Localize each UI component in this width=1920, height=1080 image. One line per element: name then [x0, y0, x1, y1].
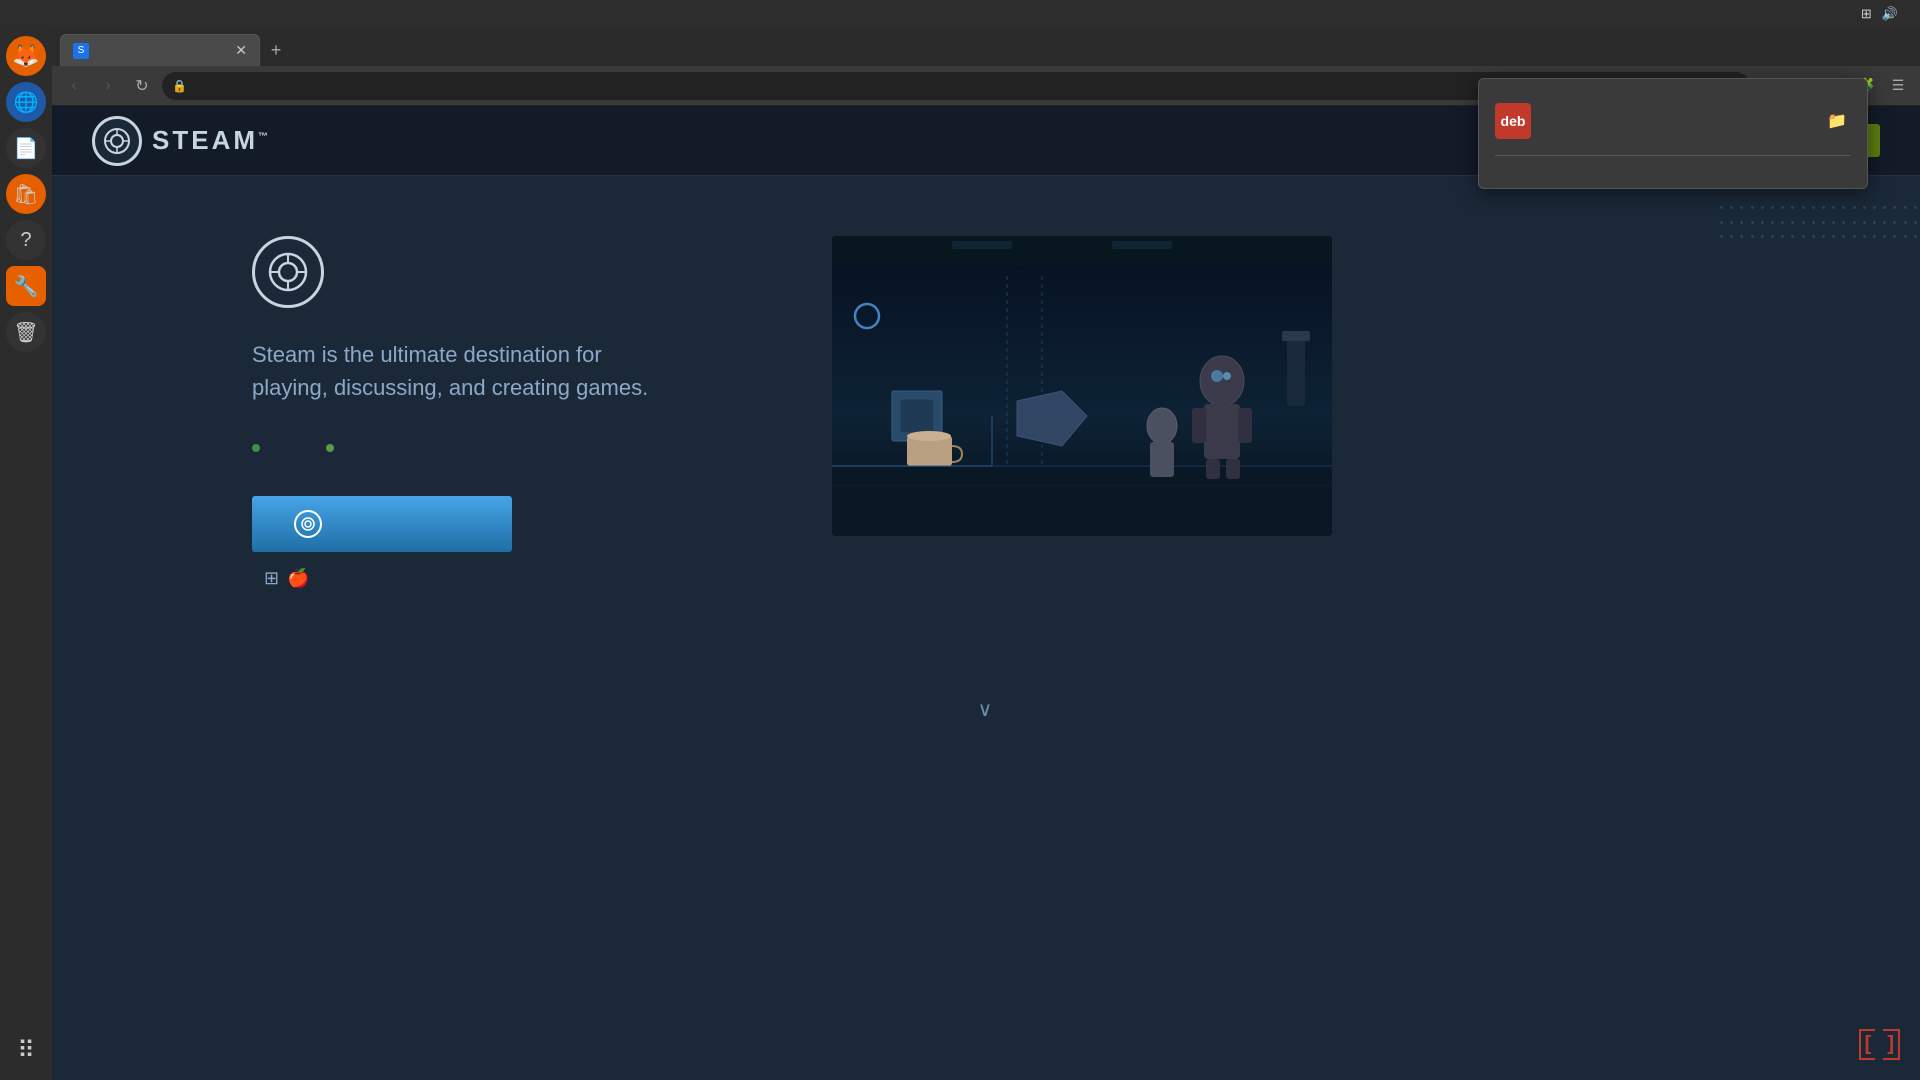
download-divider — [1495, 155, 1851, 156]
os-bar: ⊞ 🔊 — [0, 0, 1920, 28]
network-icon: ⊞ — [1861, 6, 1872, 22]
windows-icon: ⊞ — [264, 568, 279, 589]
content-area: STEAM™ ⬇ — [52, 106, 1920, 1080]
menu-icon[interactable]: ☰ — [1884, 72, 1912, 100]
sidebar-software-icon[interactable]: 🔧 — [6, 266, 46, 306]
hero-tagline: Steam is the ultimate destination forpla… — [252, 338, 752, 404]
sidebar-apps-icon[interactable]: ⠿ — [6, 1030, 46, 1070]
os-bar-right: ⊞ 🔊 — [1861, 6, 1908, 22]
platform-icons: ⊞ 🍎 — [264, 568, 310, 589]
volume-icon[interactable]: 🔊 — [1882, 6, 1898, 22]
sidebar-app-store-icon[interactable]: 🛍 — [6, 174, 46, 214]
steam-logo: STEAM™ — [92, 116, 271, 166]
also-available: ⊞ 🍎 — [252, 568, 752, 589]
sidebar-icon-2[interactable]: 📄 — [6, 128, 46, 168]
dot-pattern-accent: // Generate dots const dotDiv = document… — [1720, 206, 1920, 246]
download-info — [1543, 120, 1811, 122]
download-file-icon: deb — [1495, 103, 1531, 139]
forward-button[interactable]: › — [94, 72, 122, 100]
hero-logo-circle — [252, 236, 324, 308]
steam-nav-links — [331, 139, 421, 143]
install-btn-icon — [294, 510, 322, 538]
sidebar-help-icon[interactable]: ? — [6, 220, 46, 260]
sidebar-icon-1[interactable]: 🌐 — [6, 82, 46, 122]
hero-steam-logo — [252, 236, 752, 308]
playing-dot — [326, 444, 334, 452]
xda-bracket-left: [ — [1859, 1029, 1876, 1060]
tab-bar: S ✕ + — [52, 28, 1920, 66]
chevron-down-icon: ∨ — [978, 697, 995, 722]
sidebar-files-icon[interactable]: 🗑 — [6, 312, 46, 352]
tab-close-button[interactable]: ✕ — [235, 42, 247, 59]
tab-favicon: S — [73, 43, 89, 59]
open-folder-button[interactable]: 📁 — [1823, 107, 1851, 135]
hero-left: Steam is the ultimate destination forpla… — [252, 236, 752, 589]
sidebar: 🦊 🌐 📄 🛍 ? 🔧 🗑 ⠿ — [0, 28, 52, 1080]
active-tab[interactable]: S ✕ — [60, 34, 260, 66]
new-tab-button[interactable]: + — [260, 34, 292, 66]
stat-online-label — [252, 444, 266, 452]
steam-logo-circle — [92, 116, 142, 166]
show-all-downloads-link[interactable] — [1495, 164, 1851, 172]
online-dot — [252, 444, 260, 452]
hero-right: // Generate dots const dotDiv = document… — [832, 236, 1332, 536]
game-screenshot — [832, 236, 1332, 536]
sidebar-firefox-icon[interactable]: 🦊 — [6, 36, 46, 76]
security-icon: 🔒 — [172, 79, 187, 93]
reload-button[interactable]: ↻ — [128, 72, 156, 100]
steam-logo-text: STEAM™ — [152, 125, 271, 156]
stats-row — [252, 444, 752, 456]
download-item: deb 📁 — [1495, 95, 1851, 147]
apple-icon: 🍎 — [287, 568, 309, 589]
install-steam-button[interactable] — [252, 496, 512, 552]
xda-watermark: [ ] — [1859, 1029, 1900, 1060]
hero-section: Steam is the ultimate destination forpla… — [52, 176, 1920, 629]
download-popup: deb 📁 — [1478, 78, 1868, 189]
stat-playing-label — [326, 444, 340, 452]
xda-bracket-right: ] — [1883, 1029, 1900, 1060]
learn-more-section[interactable]: ∨ — [52, 689, 1920, 722]
game-scene — [832, 236, 1332, 536]
stat-online — [252, 444, 266, 456]
stat-playing — [326, 444, 340, 456]
back-button[interactable]: ‹ — [60, 72, 88, 100]
